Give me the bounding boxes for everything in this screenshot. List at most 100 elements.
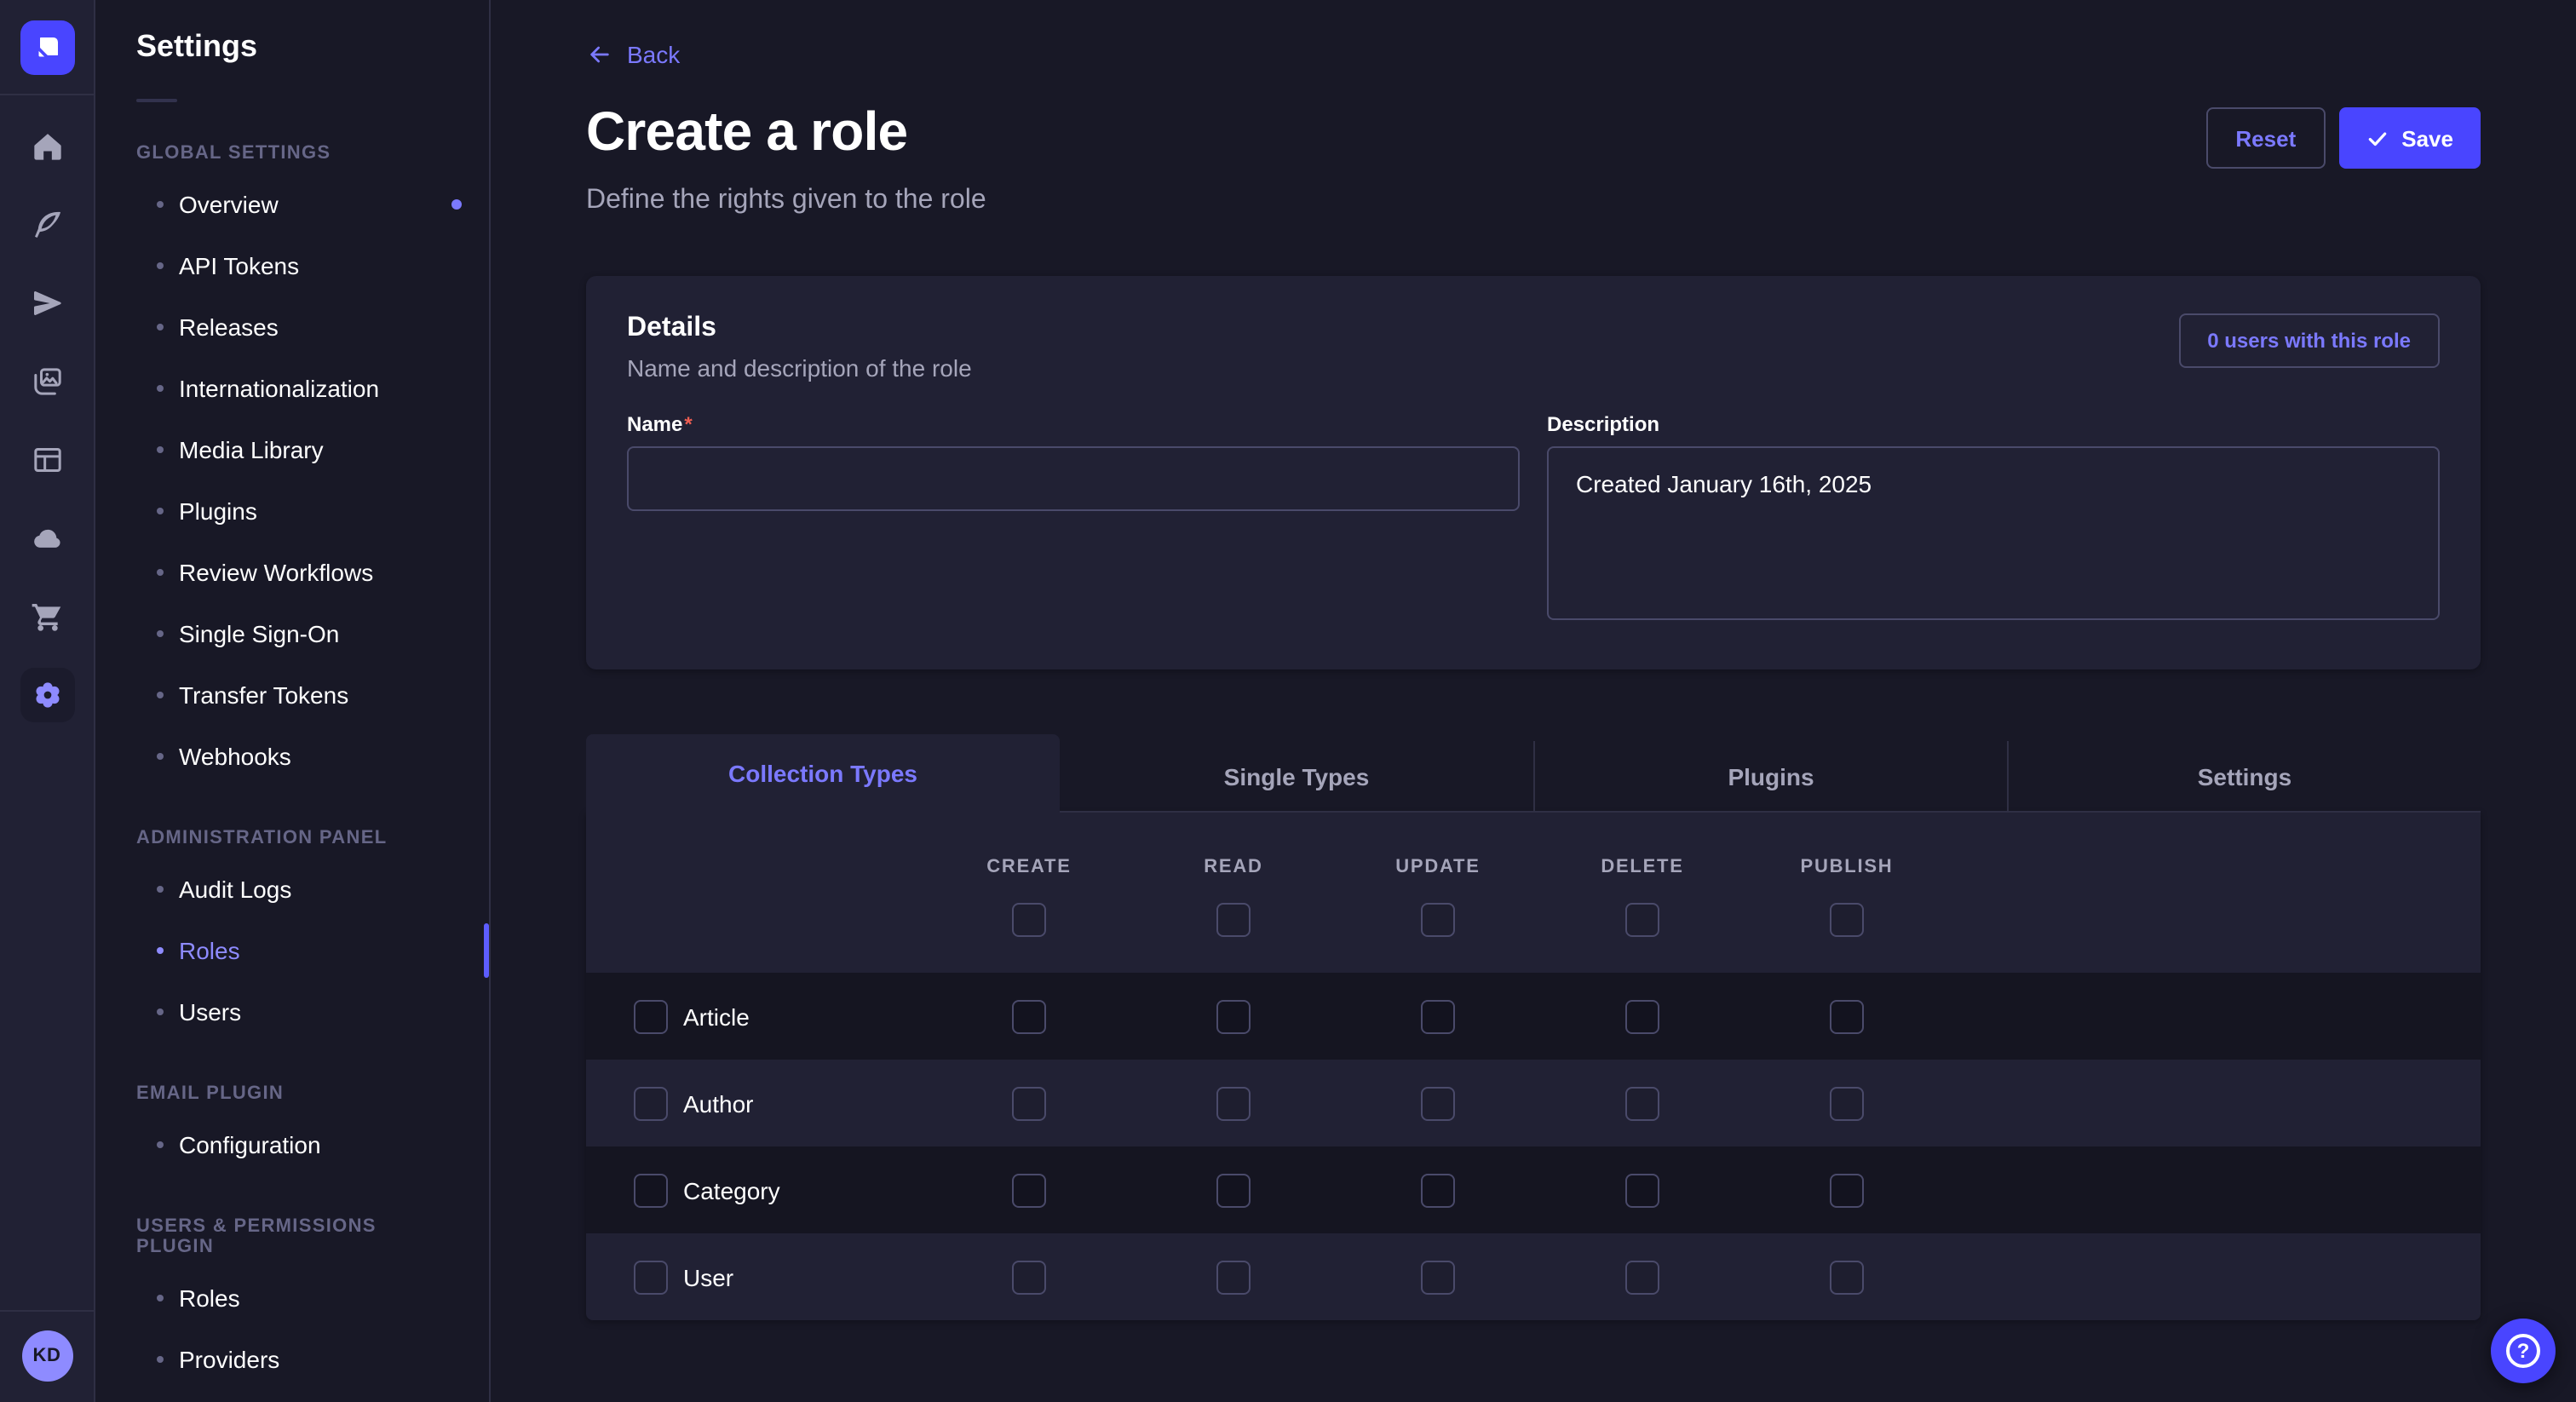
reset-button[interactable]: Reset [2206,107,2325,169]
user-create-checkbox[interactable] [1012,1260,1046,1294]
cloud-icon[interactable] [20,511,74,566]
sidebar-item-plugins[interactable]: Plugins [95,480,489,542]
article-read-checkbox[interactable] [1216,999,1251,1033]
select-all-create-checkbox[interactable] [1012,903,1046,937]
description-field: Description Created January 16th, 2025 [1547,412,2440,629]
content-type-label: Category [683,1176,780,1204]
rail-icon-list [20,95,74,722]
tab-plugins[interactable]: Plugins [1533,741,2007,813]
users-with-role-button[interactable]: 0 users with this role [2178,313,2440,368]
user-delete-checkbox[interactable] [1625,1260,1659,1294]
category-publish-checkbox[interactable] [1830,1173,1864,1207]
settings-sidebar: Settings GLOBAL SETTINGSOverviewAPI Toke… [95,0,491,1402]
sidebar-item-label: Configuration [179,1131,321,1158]
table-row-user: User [586,1233,2481,1320]
author-create-checkbox[interactable] [1012,1086,1046,1120]
article-create-checkbox[interactable] [1012,999,1046,1033]
sidebar-item-releases[interactable]: Releases [95,296,489,358]
bullet-icon [157,446,164,453]
author-update-checkbox[interactable] [1421,1086,1455,1120]
category-delete-checkbox[interactable] [1625,1173,1659,1207]
sidebar-section-label-administration-panel: ADMINISTRATION PANEL [136,828,448,848]
article-publish-checkbox[interactable] [1830,999,1864,1033]
layout-icon[interactable] [20,433,74,487]
sidebar-item-media-library[interactable]: Media Library [95,419,489,480]
tab-collection-types[interactable]: Collection Types [586,734,1060,813]
paper-plane-icon[interactable] [20,276,74,330]
sidebar-item-roles[interactable]: Roles [95,1267,489,1329]
sidebar-item-transfer-tokens[interactable]: Transfer Tokens [95,664,489,726]
description-textarea[interactable]: Created January 16th, 2025 [1547,446,2440,620]
permission-column-labels: CREATEREADUPDATEDELETEPUBLISH [586,813,2481,877]
sidebar-item-configuration[interactable]: Configuration [95,1114,489,1175]
sidebar-item-webhooks[interactable]: Webhooks [95,726,489,787]
sidebar-item-label: Roles [179,937,240,964]
article-update-checkbox[interactable] [1421,999,1455,1033]
tab-settings[interactable]: Settings [2007,741,2481,813]
category-select-checkbox[interactable] [634,1173,668,1207]
sidebar-item-label: Users [179,998,241,1026]
sidebar-item-audit-logs[interactable]: Audit Logs [95,859,489,920]
author-select-checkbox[interactable] [634,1086,668,1120]
user-publish-checkbox[interactable] [1830,1260,1864,1294]
required-asterisk: * [684,412,692,436]
sidebar-item-api-tokens[interactable]: API Tokens [95,235,489,296]
media-library-icon[interactable] [20,354,74,409]
permissions-panel: CREATEREADUPDATEDELETEPUBLISH Article Aut… [586,813,2481,1320]
sidebar-item-label: Webhooks [179,743,291,770]
select-all-delete-checkbox[interactable] [1625,903,1659,937]
question-mark-icon: ? [2506,1334,2540,1368]
back-row: Back [586,41,2481,77]
sidebar-item-overview[interactable]: Overview [95,174,489,235]
content-type-label: Author [683,1089,754,1117]
bullet-icon [157,630,164,637]
sidebar-section-label-email-plugin: EMAIL PLUGIN [136,1083,448,1104]
strapi-logo-glyph [32,32,62,63]
select-all-publish-checkbox[interactable] [1830,903,1864,937]
sidebar-item-review-workflows[interactable]: Review Workflows [95,542,489,603]
feather-icon[interactable] [20,198,74,252]
table-row-article: Article [586,973,2481,1060]
bullet-icon [157,262,164,269]
home-icon[interactable] [20,119,74,174]
sidebar-item-roles[interactable]: Roles [95,920,489,981]
select-all-update-checkbox[interactable] [1421,903,1455,937]
sidebar-item-single-sign-on[interactable]: Single Sign-On [95,603,489,664]
sidebar-item-internationalization[interactable]: Internationalization [95,358,489,419]
save-button[interactable]: Save [2338,107,2481,169]
author-delete-checkbox[interactable] [1625,1086,1659,1120]
tab-single-types[interactable]: Single Types [1060,741,1533,813]
main-content: Back Create a role Reset Save Define the… [491,0,2576,1402]
category-create-checkbox[interactable] [1012,1173,1046,1207]
author-publish-checkbox[interactable] [1830,1086,1864,1120]
sidebar-item-label: Transfer Tokens [179,681,348,709]
sidebar-divider [136,99,177,102]
back-link[interactable]: Back [586,41,680,68]
select-all-read-checkbox[interactable] [1216,903,1251,937]
sidebar-item-providers[interactable]: Providers [95,1329,489,1390]
article-delete-checkbox[interactable] [1625,999,1659,1033]
user-read-checkbox[interactable] [1216,1260,1251,1294]
bullet-icon [157,201,164,208]
bullet-icon [157,385,164,392]
page-title: Create a role [586,101,907,164]
help-button[interactable]: ? [2491,1319,2556,1383]
user-update-checkbox[interactable] [1421,1260,1455,1294]
author-read-checkbox[interactable] [1216,1086,1251,1120]
table-row-author: Author [586,1060,2481,1146]
strapi-logo[interactable] [20,20,74,75]
sidebar-item-users[interactable]: Users [95,981,489,1043]
article-select-checkbox[interactable] [634,999,668,1033]
category-read-checkbox[interactable] [1216,1173,1251,1207]
bullet-icon [157,1356,164,1363]
name-label: Name* [627,412,1520,436]
bullet-icon [157,1141,164,1148]
gear-icon[interactable] [20,668,74,722]
category-update-checkbox[interactable] [1421,1173,1455,1207]
user-select-checkbox[interactable] [634,1260,668,1294]
column-label-delete: DELETE [1540,857,1745,877]
name-input[interactable] [627,446,1520,511]
details-card-titles: Details Name and description of the role [627,313,972,382]
cart-icon[interactable] [20,589,74,644]
user-avatar[interactable]: KD [21,1330,72,1382]
